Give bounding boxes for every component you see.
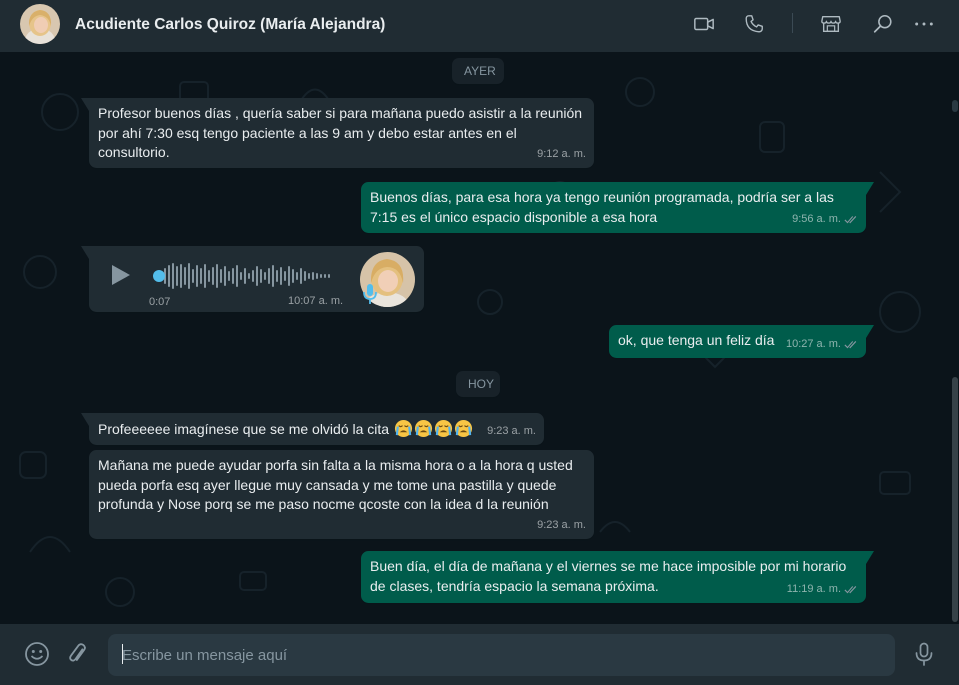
- contact-avatar[interactable]: [20, 4, 60, 44]
- message-time: 9:23 a. m.: [537, 518, 586, 531]
- message-text: Mañana me puede ayudar porfa sin falta a…: [98, 457, 573, 512]
- message-time: 10:07 a. m.: [288, 295, 344, 307]
- voice-duration: 0:07: [149, 296, 171, 308]
- message-text: Profeeeeee imagínese que se me olvidó la…: [98, 421, 390, 437]
- microphone-icon[interactable]: [911, 641, 937, 667]
- crying-face-icon: [414, 419, 433, 438]
- crying-face-icon: [454, 419, 473, 438]
- message-input[interactable]: [108, 634, 895, 676]
- message-text: Profesor buenos días , quería saber si p…: [98, 105, 583, 160]
- message-incoming[interactable]: Profesor buenos días , quería saber si p…: [81, 98, 594, 168]
- message-outgoing[interactable]: Buen día, el día de mañana y el viernes …: [361, 551, 874, 603]
- scrollbar-thumb[interactable]: [952, 377, 958, 622]
- read-ticks-icon: [844, 585, 857, 594]
- composer-bar: [0, 624, 959, 685]
- message-incoming[interactable]: Profeeeeee imagínese que se me olvidó la…: [81, 413, 544, 445]
- message-outgoing[interactable]: ok, que tenga un feliz día 10:27 a. m.: [609, 325, 874, 358]
- video-call-icon[interactable]: [693, 13, 715, 35]
- message-time: 9:56 a. m.: [792, 212, 841, 225]
- chat-window: Acudiente Carlos Quiroz (María Alejandra…: [0, 0, 959, 685]
- text-caret: [122, 644, 123, 664]
- voice-call-icon[interactable]: [743, 13, 765, 35]
- date-divider-yesterday: AYER: [452, 58, 504, 84]
- scroll-up-arrow[interactable]: [952, 100, 958, 112]
- chat-header[interactable]: Acudiente Carlos Quiroz (María Alejandra…: [0, 0, 959, 52]
- microphone-icon: [363, 284, 377, 304]
- message-time: 11:19 a. m.: [786, 582, 841, 595]
- message-time: 10:27 a. m.: [785, 337, 841, 350]
- message-outgoing[interactable]: Buenos días, para esa hora ya tengo reun…: [361, 182, 874, 233]
- message-meta: 10:27 a. m.: [786, 335, 858, 355]
- message-time: 9:12 a. m.: [537, 147, 586, 160]
- message-meta: 9:56 a. m.: [792, 210, 858, 230]
- voice-progress-knob[interactable]: [153, 270, 165, 282]
- message-meta: 11:19 a. m.: [787, 580, 858, 600]
- business-catalog-icon[interactable]: [820, 13, 842, 35]
- more-options-icon[interactable]: [913, 13, 935, 35]
- crying-face-icon: [394, 419, 413, 438]
- play-icon[interactable]: [108, 263, 132, 287]
- message-text: Buen día, el día de mañana y el viernes …: [370, 558, 847, 594]
- date-divider-today: HOY: [456, 371, 500, 397]
- message-text: Buenos días, para esa hora ya tengo reun…: [370, 189, 834, 225]
- search-icon[interactable]: [872, 13, 894, 35]
- message-incoming[interactable]: Mañana me puede ayudar porfa sin falta a…: [89, 450, 594, 539]
- header-divider: [792, 13, 793, 33]
- emoji-icon[interactable]: [24, 641, 50, 667]
- message-text: ok, que tenga un feliz día: [618, 332, 775, 348]
- attach-icon[interactable]: [65, 641, 91, 667]
- voice-waveform[interactable]: [162, 262, 337, 290]
- message-time: 9:23 a. m.: [487, 424, 536, 437]
- read-ticks-icon: [844, 340, 857, 349]
- contact-name[interactable]: Acudiente Carlos Quiroz (María Alejandra…: [75, 16, 385, 34]
- read-ticks-icon: [844, 215, 857, 224]
- crying-face-icon: [434, 419, 453, 438]
